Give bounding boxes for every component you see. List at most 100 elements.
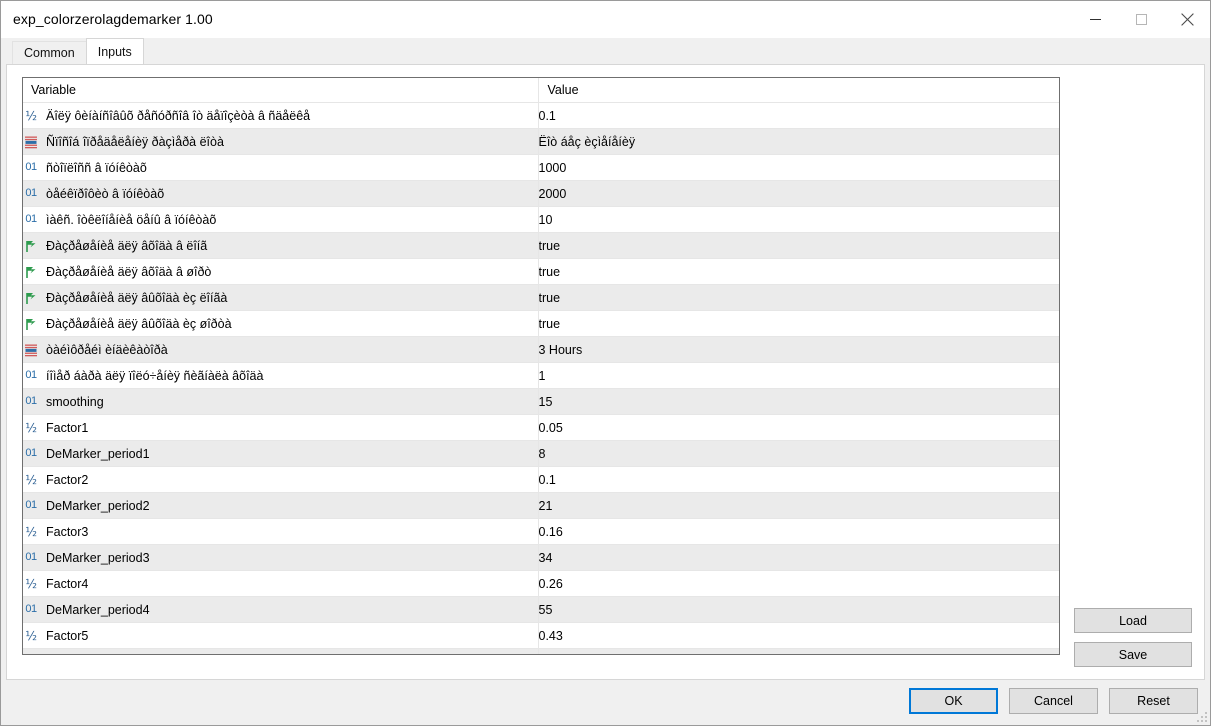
table-row[interactable]: ½Äîëÿ ôèíàíñîâûõ ðåñóðñîâ îò äåïîçèòà â … (23, 103, 1059, 129)
variable-name: Ðàçðåøåíèå äëÿ âõîäà â øîðò (46, 265, 211, 279)
tab-inputs[interactable]: Inputs (86, 38, 144, 64)
variable-cell[interactable]: 01DeMarker_period3 (23, 545, 538, 571)
variable-cell[interactable]: 01 DeMarker_period1 (23, 441, 538, 467)
parameters-grid[interactable]: Variable Value ½Äîëÿ ôèíàíñîâûõ ðåñóðñîâ… (22, 77, 1060, 655)
variable-cell[interactable]: 01DeMarker_period5 (23, 649, 538, 656)
variable-cell[interactable]: 01ñòîïëîññ â ïóíêòàõ (23, 155, 538, 181)
variable-name: Ñïîñîá îïðåäåëåíèÿ ðàçìåðà ëîòà (46, 135, 224, 149)
table-row[interactable]: ½Factor20.1 (23, 467, 1059, 493)
value-cell[interactable]: 21 (538, 493, 1059, 519)
double-type-icon: ½ (23, 420, 39, 436)
window-title: exp_colorzerolagdemarker 1.00 (13, 11, 213, 27)
table-row[interactable]: Ðàçðåøåíèå äëÿ âõîäà â ëîíãtrue (23, 233, 1059, 259)
int-type-icon: 01 (23, 394, 39, 410)
table-row[interactable]: ½Factor30.16 (23, 519, 1059, 545)
variable-cell[interactable]: ½Factor5 (23, 623, 538, 649)
footer-button-group: OK Cancel Reset (909, 688, 1198, 714)
variable-cell[interactable]: Ñïîñîá îïðåäåëåíèÿ ðàçìåðà ëîòà (23, 129, 538, 155)
variable-cell[interactable]: 01 òåéêïðîôèò â ïóíêòàõ (23, 181, 538, 207)
table-row[interactable]: 01DeMarker_period221 (23, 493, 1059, 519)
value-cell[interactable]: 0.1 (538, 103, 1059, 129)
value-cell[interactable]: Ëîò áåç èçìåíåíèÿ (538, 129, 1059, 155)
variable-cell[interactable]: ½Factor3 (23, 519, 538, 545)
table-row[interactable]: 01DeMarker_period334 (23, 545, 1059, 571)
value-cell[interactable]: 15 (538, 389, 1059, 415)
table-row[interactable]: ½Factor10.05 (23, 415, 1059, 441)
variable-cell[interactable]: 01íîìåð áàðà äëÿ ïîëó÷åíèÿ ñèãíàëà âõîäà (23, 363, 538, 389)
variable-cell[interactable]: òàéìôðåéì èíäèêàòîðà (23, 337, 538, 363)
variable-name: Äîëÿ ôèíàíñîâûõ ðåñóðñîâ îò äåïîçèòà â ñ… (46, 109, 310, 123)
close-icon (1181, 13, 1194, 26)
resize-grip[interactable] (1195, 710, 1207, 722)
int-type-icon: 01 (23, 446, 39, 462)
table-row[interactable]: 01DeMarker_period455 (23, 597, 1059, 623)
value-cell[interactable]: 0.26 (538, 571, 1059, 597)
int-type-icon: 01 (23, 368, 39, 384)
table-row[interactable]: Ðàçðåøåíèå äëÿ âõîäà â øîðò true (23, 259, 1059, 285)
variable-cell[interactable]: 01DeMarker_period2 (23, 493, 538, 519)
column-header-value[interactable]: Value (538, 78, 1059, 103)
variable-cell[interactable]: 01ìàêñ. îòêëîíåíèå öåíû â ïóíêòàõ (23, 207, 538, 233)
table-row[interactable]: Ðàçðåøåíèå äëÿ âûõîäà èç ëîíãà true (23, 285, 1059, 311)
variable-name: òåéêïðîôèò â ïóíêòàõ (46, 187, 164, 201)
value-cell[interactable]: 1 (538, 363, 1059, 389)
variable-cell[interactable]: Ðàçðåøåíèå äëÿ âõîäà â øîðò (23, 259, 538, 285)
table-row[interactable]: ½Factor50.43 (23, 623, 1059, 649)
minimize-button[interactable] (1072, 1, 1118, 37)
reset-button[interactable]: Reset (1109, 688, 1198, 714)
save-button[interactable]: Save (1074, 642, 1192, 667)
table-row[interactable]: 01íîìåð áàðà äëÿ ïîëó÷åíèÿ ñèãíàëà âõîäà… (23, 363, 1059, 389)
value-cell[interactable]: true (538, 285, 1059, 311)
close-button[interactable] (1164, 1, 1210, 37)
value-cell[interactable]: 3 Hours (538, 337, 1059, 363)
value-cell[interactable]: 0.1 (538, 467, 1059, 493)
table-row[interactable]: 01DeMarker_period589 (23, 649, 1059, 656)
variable-cell[interactable]: Ðàçðåøåíèå äëÿ âûõîäà èç øîðòà (23, 311, 538, 337)
maximize-button[interactable] (1118, 1, 1164, 37)
variable-cell[interactable]: 01smoothing (23, 389, 538, 415)
double-type-icon: ½ (23, 576, 39, 592)
variable-cell[interactable]: ½Äîëÿ ôèíàíñîâûõ ðåñóðñîâ îò äåïîçèòà â … (23, 103, 538, 129)
variable-cell[interactable]: ½Factor1 (23, 415, 538, 441)
variable-cell[interactable]: 01DeMarker_period4 (23, 597, 538, 623)
table-row[interactable]: ½Factor40.26 (23, 571, 1059, 597)
ok-button[interactable]: OK (909, 688, 998, 714)
variable-name: DeMarker_period1 (46, 447, 150, 461)
table-row[interactable]: 01 òåéêïðîôèò â ïóíêòàõ 2000 (23, 181, 1059, 207)
variable-cell[interactable]: Ðàçðåøåíèå äëÿ âõîäà â ëîíã (23, 233, 538, 259)
value-cell[interactable]: true (538, 259, 1059, 285)
table-header-row: Variable Value (23, 78, 1059, 103)
table-row[interactable]: òàéìôðåéì èíäèêàòîðà3 Hours (23, 337, 1059, 363)
maximize-icon (1136, 14, 1147, 25)
column-header-variable[interactable]: Variable (23, 78, 538, 103)
value-cell[interactable]: 0.16 (538, 519, 1059, 545)
table-row[interactable]: Ðàçðåøåíèå äëÿ âûõîäà èç øîðòàtrue (23, 311, 1059, 337)
variable-cell[interactable]: ½Factor2 (23, 467, 538, 493)
int-type-icon: 01 (23, 186, 39, 202)
value-cell[interactable]: 2000 (538, 181, 1059, 207)
value-cell[interactable]: 1000 (538, 155, 1059, 181)
variable-cell[interactable]: ½Factor4 (23, 571, 538, 597)
variable-cell[interactable]: Ðàçðåøåíèå äëÿ âûõîäà èç ëîíãà (23, 285, 538, 311)
cancel-button[interactable]: Cancel (1009, 688, 1098, 714)
value-cell[interactable]: 8 (538, 441, 1059, 467)
double-type-icon: ½ (23, 472, 39, 488)
variable-name: Ðàçðåøåíèå äëÿ âûõîäà èç ëîíãà (46, 291, 227, 305)
table-row[interactable]: 01ñòîïëîññ â ïóíêòàõ1000 (23, 155, 1059, 181)
variable-name: Factor5 (46, 629, 88, 643)
value-cell[interactable]: 34 (538, 545, 1059, 571)
table-row[interactable]: 01 DeMarker_period1 8 (23, 441, 1059, 467)
tab-common[interactable]: Common (12, 41, 87, 64)
value-cell[interactable]: 55 (538, 597, 1059, 623)
value-cell[interactable]: true (538, 311, 1059, 337)
load-button[interactable]: Load (1074, 608, 1192, 633)
window-controls (1072, 1, 1210, 37)
value-cell[interactable]: 0.05 (538, 415, 1059, 441)
table-row[interactable]: 01ìàêñ. îòêëîíåíèå öåíû â ïóíêòàõ10 (23, 207, 1059, 233)
value-cell[interactable]: true (538, 233, 1059, 259)
value-cell[interactable]: 10 (538, 207, 1059, 233)
table-row[interactable]: 01smoothing15 (23, 389, 1059, 415)
value-cell[interactable]: 0.43 (538, 623, 1059, 649)
value-cell[interactable]: 89 (538, 649, 1059, 656)
table-row[interactable]: Ñïîñîá îïðåäåëåíèÿ ðàçìåðà ëîòà Ëîò áåç è… (23, 129, 1059, 155)
